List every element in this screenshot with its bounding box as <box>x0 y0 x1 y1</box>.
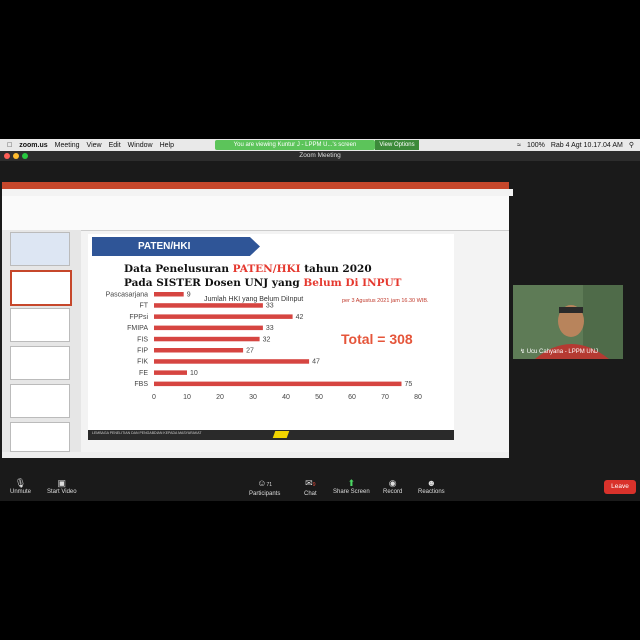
bar <box>154 336 260 342</box>
status-area: ≈ 100% Rab 4 Agt 10.17.04 AM ⚲ <box>517 139 634 151</box>
category-label: FE <box>139 370 148 377</box>
slide-thumbnail[interactable] <box>10 384 70 418</box>
battery-label[interactable]: 100% <box>527 142 545 149</box>
data-label: 33 <box>266 303 274 310</box>
slide-thumbnails <box>2 230 81 452</box>
start-video-button[interactable]: ▣ Start Video <box>47 478 77 495</box>
category-label: FIS <box>137 336 148 343</box>
powerpoint-titlebar <box>2 182 509 189</box>
minimize-window-button[interactable] <box>13 153 19 159</box>
participant-name: ↯ Ucu Cahyana - LPPM UNJ <box>520 349 599 355</box>
bar <box>154 381 402 387</box>
bar <box>154 314 293 319</box>
slide-thumbnail-selected[interactable] <box>10 270 72 306</box>
bar <box>154 303 263 308</box>
data-label: 32 <box>263 336 271 343</box>
tick-label: 70 <box>381 394 389 401</box>
leave-button[interactable]: Leave <box>604 480 636 494</box>
view-options-button[interactable]: View Options <box>375 140 419 150</box>
tick-label: 20 <box>216 394 224 401</box>
bar <box>154 292 184 297</box>
tick-label: 60 <box>348 394 356 401</box>
slide-tag: PATEN/HKI <box>92 237 260 256</box>
slide-heading: Data Penelusuran PATEN/HKI tahun 2020 Pa… <box>124 263 402 289</box>
chat-button[interactable]: ✉9 Chat <box>304 478 317 497</box>
data-label: 42 <box>296 314 304 321</box>
data-label: 33 <box>266 325 274 332</box>
record-icon: ◉ <box>388 478 397 488</box>
shared-screen: PATEN/HKI Data Penelusuran PATEN/HKI tah… <box>2 182 513 458</box>
slide-thumbnail[interactable] <box>10 232 70 266</box>
powerpoint-ribbon <box>2 196 509 231</box>
camera-icon: ▣ <box>57 478 67 488</box>
slide-thumbnail[interactable] <box>10 422 70 452</box>
tick-label: 80 <box>414 394 422 401</box>
mic-muted-icon: ↯ <box>520 349 526 355</box>
tick-label: 40 <box>282 394 290 401</box>
data-label: 27 <box>246 348 254 355</box>
hki-bar-chart: Pascasarjana 9 FT 33 FPPsi 42 FMIPA 33 FIS 32 FIP 2… <box>106 292 422 401</box>
record-button[interactable]: ◉ Record <box>383 478 402 495</box>
tick-label: 50 <box>315 394 323 401</box>
tick-label: 30 <box>249 394 257 401</box>
people-icon: ☺71 <box>257 478 273 488</box>
powerpoint-menu <box>2 189 513 196</box>
data-label: 47 <box>312 359 320 366</box>
zoom-window-button[interactable] <box>22 153 28 159</box>
category-label: FIP <box>137 348 148 355</box>
unmute-button[interactable]: 🎙 Unmute <box>10 478 31 495</box>
bar <box>154 359 310 364</box>
screen-share-banner: You are viewing Kuntur J - LPPM U...'s s… <box>215 140 375 150</box>
total-label: Total = 308 <box>341 331 413 347</box>
clock[interactable]: Rab 4 Agt 10.17.04 AM <box>551 142 623 149</box>
apple-icon[interactable]:  <box>7 142 12 149</box>
category-label: FBS <box>134 381 148 388</box>
window-titlebar: Zoom Meeting <box>0 151 640 161</box>
data-label: 10 <box>190 370 198 377</box>
menu-meeting[interactable]: Meeting <box>55 142 80 149</box>
menu-help[interactable]: Help <box>160 142 174 149</box>
close-window-button[interactable] <box>4 153 10 159</box>
category-label: FMIPA <box>127 325 148 332</box>
chat-icon: ✉9 <box>305 478 316 488</box>
menu-view[interactable]: View <box>87 142 102 149</box>
share-screen-button[interactable]: ⬆ Share Screen <box>333 478 370 495</box>
menu-edit[interactable]: Edit <box>109 142 121 149</box>
app-menu[interactable]: zoom.us <box>19 142 47 149</box>
bar <box>154 370 187 375</box>
menu-window[interactable]: Window <box>128 142 153 149</box>
wifi-icon[interactable]: ≈ <box>517 142 521 149</box>
bar <box>154 348 244 353</box>
tick-label: 0 <box>152 394 156 401</box>
category-label: FIK <box>137 359 148 366</box>
footer-text: LEMBAGA PENELITIAN DAN PENGABDIAN KEPADA… <box>92 431 202 435</box>
bar <box>154 325 263 331</box>
tick-label: 10 <box>183 394 191 401</box>
category-label: FT <box>139 303 148 310</box>
category-label: Pascasarjana <box>106 292 149 299</box>
reactions-button[interactable]: ☻ Reactions <box>418 478 445 495</box>
meeting-toolbar <box>0 477 640 501</box>
footer-accent <box>272 431 290 438</box>
powerpoint-statusbar <box>2 452 509 458</box>
slide-thumbnail[interactable] <box>10 308 70 342</box>
data-label: 75 <box>405 381 413 388</box>
participants-button[interactable]: ☺71 Participants <box>249 478 280 497</box>
share-icon: ⬆ <box>347 478 356 488</box>
search-icon[interactable]: ⚲ <box>629 141 634 149</box>
current-slide: PATEN/HKI Data Penelusuran PATEN/HKI tah… <box>88 234 454 440</box>
category-label: FPPsi <box>129 314 148 321</box>
emoji-icon: ☻ <box>426 478 437 488</box>
microphone-icon: 🎙 <box>14 478 27 488</box>
data-label: 9 <box>187 292 191 299</box>
slide-thumbnail[interactable] <box>10 346 70 380</box>
